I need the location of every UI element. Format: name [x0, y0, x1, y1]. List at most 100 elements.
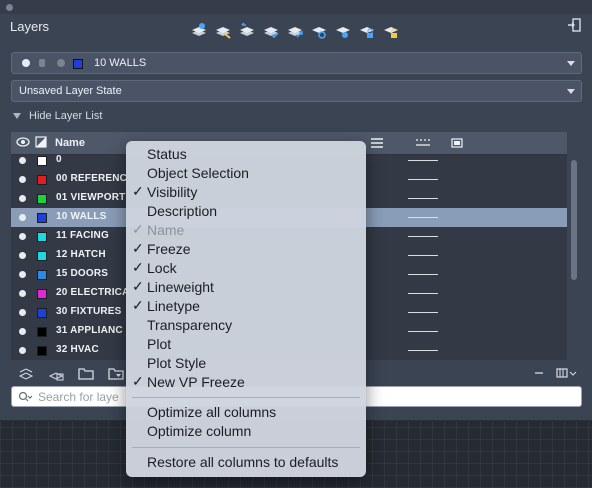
- visibility-bulb-icon[interactable]: [19, 195, 26, 202]
- lineweight-sample[interactable]: [408, 293, 438, 294]
- lineweight-sample[interactable]: [408, 350, 438, 351]
- eye-icon[interactable]: [16, 137, 30, 147]
- layer-color-swatch[interactable]: [37, 270, 47, 280]
- lineweight-sample[interactable]: [408, 198, 438, 199]
- new-group-filter-icon[interactable]: [47, 364, 65, 382]
- lineweight-sample[interactable]: [408, 274, 438, 275]
- folder-filter-icon[interactable]: [107, 364, 125, 382]
- menu-item-description[interactable]: Description: [126, 202, 366, 221]
- visibility-bulb-icon[interactable]: [19, 176, 26, 183]
- lineweight-sample[interactable]: [408, 160, 438, 161]
- menu-item-visibility[interactable]: ✓ Visibility: [126, 183, 366, 202]
- dock-icon[interactable]: [566, 17, 582, 33]
- layer-list-scrollbar[interactable]: [571, 160, 577, 280]
- lock-icon: [39, 59, 45, 67]
- menu-item-optimize-all-columns[interactable]: Optimize all columns: [126, 403, 366, 422]
- lineweight-sample[interactable]: [408, 179, 438, 180]
- menu-item-optimize-column[interactable]: Optimize column: [126, 422, 366, 441]
- menu-item-name: ✓ Name: [126, 221, 366, 240]
- layer-color-swatch[interactable]: [37, 213, 47, 223]
- visibility-bulb-icon[interactable]: [19, 309, 26, 316]
- isolate-icon[interactable]: [382, 22, 400, 40]
- visibility-bulb-icon[interactable]: [19, 290, 26, 297]
- visibility-bulb-icon[interactable]: [19, 347, 26, 354]
- menu-item-linetype[interactable]: ✓ Linetype: [126, 297, 366, 316]
- menu-item-label: Optimize column: [147, 423, 252, 439]
- layer-color-swatch[interactable]: [37, 232, 47, 242]
- menu-item-plot[interactable]: Plot: [126, 335, 366, 354]
- linetype-column-icon[interactable]: [416, 138, 430, 148]
- lineweight-sample[interactable]: [408, 255, 438, 256]
- visibility-bulb-icon[interactable]: [19, 252, 26, 259]
- checkmark-icon: ✓: [132, 278, 144, 294]
- layer-color-swatch[interactable]: [37, 327, 47, 337]
- menu-item-object-selection[interactable]: Object Selection: [126, 164, 366, 183]
- layer-color-swatch[interactable]: [37, 251, 47, 261]
- layer-color-swatch[interactable]: [37, 156, 47, 166]
- layer-name: 31 APPLIANC: [56, 325, 123, 336]
- menu-item-lock[interactable]: ✓ Lock: [126, 259, 366, 278]
- checkmark-icon: ✓: [132, 373, 144, 389]
- lock-unlock-icon[interactable]: [358, 22, 376, 40]
- menu-item-new-vp-freeze[interactable]: ✓ New VP Freeze: [126, 373, 366, 392]
- chevron-down-icon: [567, 89, 575, 94]
- collapse-icon[interactable]: [531, 364, 549, 382]
- layer-color-swatch[interactable]: [37, 175, 47, 185]
- checkmark-icon: ✓: [132, 183, 144, 199]
- vp-freeze-column-icon[interactable]: [451, 138, 463, 148]
- folder-open-icon[interactable]: [77, 364, 95, 382]
- lineweight-sample[interactable]: [408, 236, 438, 237]
- new-layer-vp-frozen-icon[interactable]: [214, 22, 232, 40]
- match-icon[interactable]: [286, 22, 304, 40]
- menu-item-status[interactable]: Status: [126, 145, 366, 164]
- checkmark-icon: ✓: [132, 221, 144, 237]
- visibility-bulb-icon[interactable]: [19, 233, 26, 240]
- delete-layer-icon[interactable]: [238, 22, 256, 40]
- checkmark-icon: ✓: [132, 240, 144, 256]
- checkmark-icon: ✓: [132, 297, 144, 313]
- current-layer-dropdown[interactable]: 10 WALLS: [11, 52, 582, 74]
- lineweight-sample[interactable]: [408, 331, 438, 332]
- menu-item-restore-defaults[interactable]: Restore all columns to defaults: [126, 453, 366, 472]
- visibility-bulb-icon[interactable]: [19, 328, 26, 335]
- visibility-bulb-icon[interactable]: [19, 157, 26, 164]
- layer-color-swatch[interactable]: [37, 194, 47, 204]
- visibility-bulb-icon[interactable]: [19, 271, 26, 278]
- name-column-header[interactable]: Name: [55, 137, 85, 149]
- hide-layer-list-toggle[interactable]: Hide Layer List: [13, 110, 102, 122]
- search-placeholder: Search for laye: [38, 390, 119, 404]
- menu-item-freeze[interactable]: ✓ Freeze: [126, 240, 366, 259]
- layer-states-icon[interactable]: [17, 364, 35, 382]
- columns-menu-icon[interactable]: [555, 364, 577, 382]
- color-column-icon[interactable]: [35, 136, 47, 148]
- layer-name: 20 ELECTRICA: [56, 287, 130, 298]
- layer-color-swatch[interactable]: [37, 346, 47, 356]
- menu-separator: [132, 447, 360, 448]
- set-current-icon[interactable]: [262, 22, 280, 40]
- column-context-menu: Optimize all columns Optimize column Res…: [126, 141, 366, 477]
- lineweight-column-icon[interactable]: [371, 138, 383, 148]
- layer-name: 01 VIEWPORT: [56, 192, 126, 203]
- layer-color-swatch[interactable]: [37, 308, 47, 318]
- freeze-icon: [57, 59, 65, 67]
- lineweight-sample[interactable]: [408, 217, 438, 218]
- layer-name: 0: [56, 154, 62, 165]
- layer-state-dropdown[interactable]: Unsaved Layer State: [11, 80, 582, 102]
- layer-properties-icon[interactable]: [334, 22, 352, 40]
- menu-item-label: Lineweight: [147, 279, 214, 295]
- menu-item-label: New VP Freeze: [147, 374, 245, 390]
- menu-separator: [132, 397, 360, 398]
- palette-titlebar[interactable]: [0, 0, 592, 14]
- menu-item-plot-style[interactable]: Plot Style: [126, 354, 366, 373]
- layer-settings-icon[interactable]: [310, 22, 328, 40]
- menu-item-lineweight[interactable]: ✓ Lineweight: [126, 278, 366, 297]
- layer-color-swatch[interactable]: [37, 289, 47, 299]
- close-dot-icon[interactable]: [6, 4, 13, 11]
- lineweight-sample[interactable]: [408, 312, 438, 313]
- menu-item-transparency[interactable]: Transparency: [126, 316, 366, 335]
- layer-name: 11 FACING: [56, 230, 109, 241]
- visibility-bulb-icon[interactable]: [19, 214, 26, 221]
- hide-layer-list-label: Hide Layer List: [29, 110, 103, 122]
- layer-name: 15 DOORS: [56, 268, 109, 279]
- new-layer-icon[interactable]: [190, 22, 208, 40]
